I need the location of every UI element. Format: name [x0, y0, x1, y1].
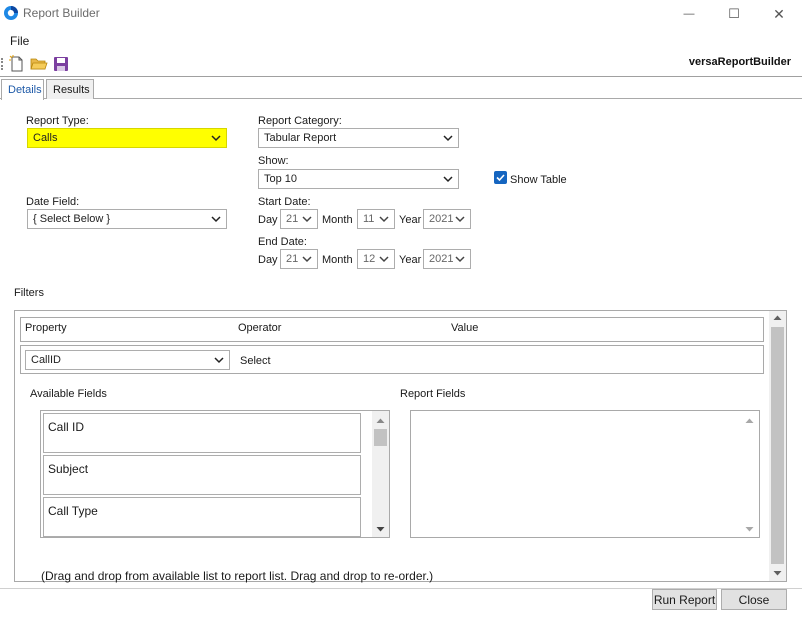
new-document-icon[interactable]	[8, 55, 26, 73]
close-button[interactable]: Close	[721, 589, 787, 610]
chevron-down-icon	[302, 256, 312, 263]
start-month-value: 11	[363, 213, 375, 225]
chevron-down-icon	[443, 135, 453, 142]
start-year-select[interactable]: 2021	[423, 209, 471, 229]
start-day-label: Day	[258, 214, 278, 226]
end-year-select[interactable]: 2021	[423, 249, 471, 269]
open-folder-icon[interactable]	[30, 55, 48, 73]
column-property: Property	[25, 322, 67, 334]
report-fields-label: Report Fields	[400, 388, 466, 400]
start-year-label: Year	[399, 214, 422, 226]
scroll-up-icon[interactable]	[376, 417, 385, 425]
chevron-down-icon	[455, 256, 465, 263]
column-operator: Operator	[238, 322, 282, 334]
report-category-label: Report Category:	[258, 115, 342, 127]
filters-label: Filters	[14, 287, 44, 299]
show-table-label: Show Table	[510, 174, 567, 186]
chevron-down-icon	[211, 216, 221, 223]
scroll-up-icon[interactable]	[745, 417, 754, 425]
app-name-label: versaReportBuilder	[688, 56, 791, 68]
filters-header	[20, 317, 764, 342]
chevron-down-icon	[455, 216, 465, 223]
scroll-down-icon[interactable]	[376, 525, 385, 533]
close-window-button[interactable]: ✕	[756, 0, 802, 28]
end-year-label: Year	[399, 254, 422, 266]
chevron-down-icon	[443, 176, 453, 183]
start-date-label: Start Date:	[258, 196, 311, 208]
scroll-down-icon[interactable]	[745, 525, 754, 533]
date-field-value: { Select Below }	[33, 213, 111, 225]
report-type-select[interactable]: Calls	[27, 128, 227, 148]
chevron-down-icon	[214, 357, 224, 364]
end-month-value: 12	[363, 253, 376, 265]
operator-value[interactable]: Select	[240, 355, 271, 367]
drag-drop-hint: (Drag and drop from available list to re…	[41, 569, 434, 583]
start-day-select[interactable]: 21	[280, 209, 318, 229]
report-category-value: Tabular Report	[264, 132, 337, 144]
field-item-call-id[interactable]: Call ID	[43, 413, 361, 453]
show-select[interactable]: Top 10	[258, 169, 459, 189]
date-field-label: Date Field:	[26, 196, 80, 208]
available-fields-label: Available Fields	[30, 388, 107, 400]
end-month-select[interactable]: 12	[357, 249, 395, 269]
start-month-select[interactable]: 11	[357, 209, 395, 229]
available-fields-scroll-thumb[interactable]	[374, 429, 387, 446]
start-month-label: Month	[322, 214, 353, 226]
end-day-value: 21	[286, 253, 299, 265]
chevron-down-icon	[379, 216, 389, 223]
field-item-subject[interactable]: Subject	[43, 455, 361, 495]
window-title: Report Builder	[23, 6, 100, 20]
close-icon: ✕	[773, 5, 785, 22]
chevron-down-icon	[379, 256, 389, 263]
report-category-select[interactable]: Tabular Report	[258, 128, 459, 148]
toolbar-divider	[0, 76, 802, 77]
save-icon[interactable]	[52, 55, 70, 73]
start-day-value: 21	[286, 213, 299, 225]
scroll-down-icon[interactable]	[773, 569, 782, 577]
minimize-icon: —	[683, 8, 695, 20]
start-year-value: 2021	[429, 213, 454, 225]
checkmark-icon	[496, 174, 505, 182]
report-type-value: Calls	[33, 132, 58, 144]
column-value: Value	[451, 322, 479, 334]
show-label: Show:	[258, 155, 289, 167]
property-select[interactable]: CallID	[25, 350, 230, 370]
tab-strip-line	[0, 98, 802, 99]
show-table-checkbox[interactable]	[494, 171, 507, 184]
property-value: CallID	[31, 354, 61, 366]
report-type-label: Report Type:	[26, 115, 89, 127]
menu-file[interactable]: File	[10, 34, 29, 48]
scroll-up-icon[interactable]	[773, 314, 782, 322]
date-field-select[interactable]: { Select Below }	[27, 209, 227, 229]
report-fields-list[interactable]	[410, 410, 760, 538]
tab-details[interactable]: Details	[1, 79, 44, 100]
show-value: Top 10	[264, 173, 298, 185]
minimize-button[interactable]: —	[666, 0, 712, 28]
end-date-label: End Date:	[258, 236, 307, 248]
app-logo-icon	[4, 6, 18, 20]
maximize-icon: ☐	[728, 6, 740, 21]
run-report-button[interactable]: Run Report	[652, 589, 717, 610]
chevron-down-icon	[211, 135, 221, 142]
filters-scroll-thumb[interactable]	[771, 327, 784, 564]
tab-results[interactable]: Results	[46, 79, 94, 99]
end-day-label: Day	[258, 254, 278, 266]
end-day-select[interactable]: 21	[280, 249, 318, 269]
maximize-button[interactable]: ☐	[711, 0, 757, 28]
field-item-call-type[interactable]: Call Type	[43, 497, 361, 537]
end-month-label: Month	[322, 254, 353, 266]
chevron-down-icon	[302, 216, 312, 223]
end-year-value: 2021	[429, 253, 454, 265]
toolbar-grip[interactable]	[1, 58, 3, 70]
